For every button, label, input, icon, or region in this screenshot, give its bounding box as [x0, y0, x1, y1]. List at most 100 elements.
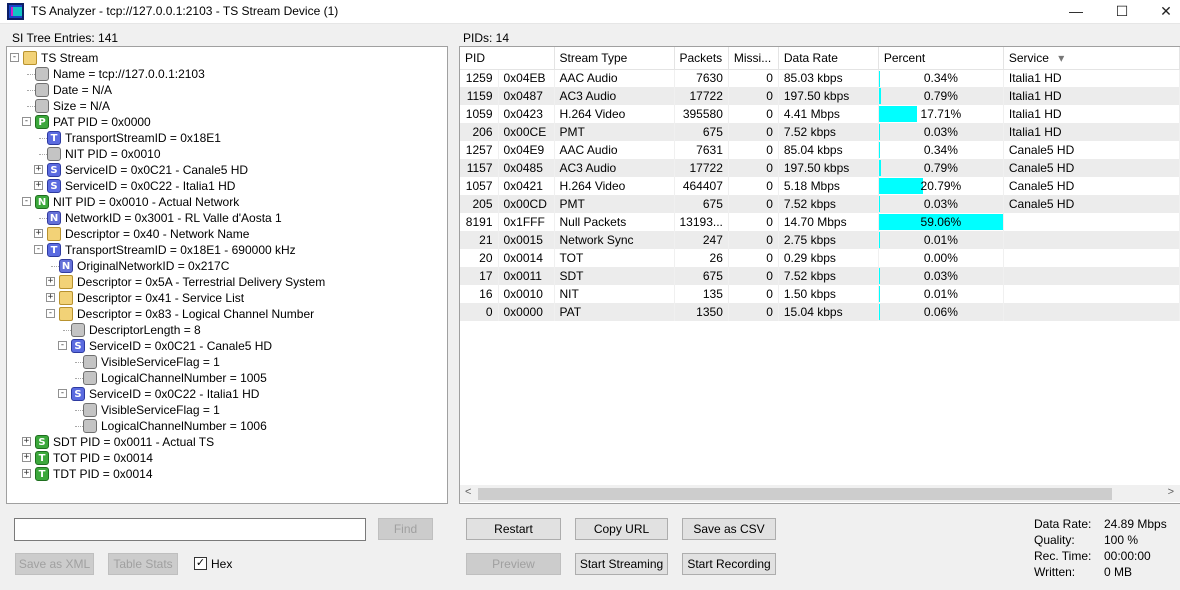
stream-type-cell: H.264 Video	[554, 177, 675, 195]
search-input[interactable]	[14, 518, 366, 541]
folder-icon	[59, 275, 73, 289]
si-tree-view[interactable]: - TS Stream Name = tcp://127.0.0.1:2103 Dat…	[6, 46, 448, 504]
data-rate-cell: 2.75 kbps	[778, 231, 879, 249]
scroll-left-icon[interactable]: <	[465, 486, 471, 498]
table-row[interactable]: 1257 0x04E9 AAC Audio 7631 0 85.04 kbps 0.34% C…	[460, 141, 1180, 159]
col-percent[interactable]: Percent	[878, 47, 1004, 70]
expand-icon[interactable]: +	[34, 181, 43, 190]
stream-type-cell: AC3 Audio	[554, 87, 675, 105]
stream-type-cell: Network Sync	[554, 231, 675, 249]
preview-button[interactable]: Preview	[466, 553, 561, 575]
restart-button[interactable]: Restart	[466, 518, 561, 540]
pid-table-panel[interactable]: PID Stream Type Packets Missi... Data Ra…	[459, 46, 1180, 504]
pid-table[interactable]: PID Stream Type Packets Missi... Data Ra…	[460, 47, 1180, 321]
window-title: TS Analyzer - tcp://127.0.0.1:2103 - TS …	[31, 4, 339, 18]
start-streaming-button[interactable]: Start Streaming	[575, 553, 668, 575]
collapse-icon[interactable]: -	[22, 197, 31, 206]
s-badge-icon: S	[71, 339, 85, 353]
copy-url-button[interactable]: Copy URL	[575, 518, 668, 540]
pid-hex-cell: 0x0421	[498, 177, 555, 195]
collapse-icon[interactable]: -	[34, 245, 43, 254]
collapse-icon[interactable]: -	[22, 117, 31, 126]
table-row[interactable]: 8191 0x1FFF Null Packets 13193... 0 14.70 Mbp…	[460, 213, 1180, 231]
data-rate-cell: 1.50 kbps	[778, 285, 879, 303]
col-data-rate[interactable]: Data Rate	[778, 47, 879, 70]
service-cell: Canale5 HD	[1003, 159, 1180, 177]
expand-icon[interactable]: +	[22, 453, 31, 462]
percent-value: 0.06%	[923, 305, 958, 319]
save-as-xml-button[interactable]: Save as XML	[15, 553, 94, 575]
service-cell	[1003, 303, 1180, 321]
t-badge-icon: T	[35, 451, 49, 465]
table-row[interactable]: 16 0x0010 NIT 135 0 1.50 kbps 0.01%	[460, 285, 1180, 303]
collapse-icon[interactable]: -	[58, 341, 67, 350]
table-stats-button[interactable]: Table Stats	[108, 553, 178, 575]
service-cell	[1003, 249, 1180, 267]
percent-value: 0.79%	[923, 89, 958, 103]
percent-value: 0.01%	[923, 233, 958, 247]
missing-cell: 0	[728, 213, 779, 231]
collapse-icon[interactable]: -	[58, 389, 67, 398]
tree-node-label: NIT PID = 0x0010	[65, 147, 161, 161]
pid-cell: 21	[460, 231, 499, 249]
col-missing[interactable]: Missi...	[728, 47, 779, 70]
missing-cell: 0	[728, 195, 779, 213]
n-badge-icon: N	[47, 211, 61, 225]
pid-cell: 16	[460, 285, 499, 303]
stream-type-cell: PAT	[554, 303, 675, 321]
table-row[interactable]: 0 0x0000 PAT 1350 0 15.04 kbps 0.06%	[460, 303, 1180, 321]
minimize-button[interactable]: —	[1053, 0, 1099, 24]
expand-icon[interactable]: +	[22, 469, 31, 478]
collapse-icon[interactable]: -	[10, 53, 19, 62]
percent-cell: 0.01%	[878, 285, 1004, 303]
table-row[interactable]: 1157 0x0485 AC3 Audio 17722 0 197.50 kbps 0.79…	[460, 159, 1180, 177]
expand-icon[interactable]: +	[46, 277, 55, 286]
data-rate-cell: 197.50 kbps	[778, 87, 879, 105]
col-service[interactable]: Service ▾	[1003, 47, 1180, 70]
percent-cell: 0.06%	[878, 303, 1004, 321]
scrollbar-thumb[interactable]	[478, 488, 1112, 500]
data-rate-cell: 7.52 kbps	[778, 267, 879, 285]
table-row[interactable]: 1059 0x0423 H.264 Video 395580 0 4.41 Mbps 17.…	[460, 105, 1180, 123]
expand-icon[interactable]: +	[34, 229, 43, 238]
service-cell	[1003, 285, 1180, 303]
maximize-button[interactable]: ☐	[1099, 0, 1145, 24]
tree-node-label: Size = N/A	[53, 99, 111, 113]
find-button[interactable]: Find	[378, 518, 433, 540]
expand-icon[interactable]: +	[34, 165, 43, 174]
table-row[interactable]: 205 0x00CD PMT 675 0 7.52 kbps 0.03% Canale5 HD	[460, 195, 1180, 213]
collapse-icon[interactable]: -	[46, 309, 55, 318]
table-row[interactable]: 206 0x00CE PMT 675 0 7.52 kbps 0.03% Italia1 HD	[460, 123, 1180, 141]
stream-type-cell: SDT	[554, 267, 675, 285]
start-recording-button[interactable]: Start Recording	[682, 553, 776, 575]
tree-node-label: NIT PID = 0x0010 - Actual Network	[53, 195, 240, 209]
expand-icon[interactable]: +	[22, 437, 31, 446]
percent-cell: 0.03%	[878, 195, 1004, 213]
pids-header: PIDs: 14	[463, 31, 510, 45]
table-row[interactable]: 20 0x0014 TOT 26 0 0.29 kbps 0.00%	[460, 249, 1180, 267]
table-row[interactable]: 1057 0x0421 H.264 Video 464407 0 5.18 Mbps 20.…	[460, 177, 1180, 195]
stream-type-cell: AAC Audio	[554, 69, 675, 87]
table-row[interactable]: 1159 0x0487 AC3 Audio 17722 0 197.50 kbps 0.79…	[460, 87, 1180, 105]
expand-icon[interactable]: +	[46, 293, 55, 302]
pid-hex-cell: 0x0487	[498, 87, 555, 105]
quality-value: 100 %	[1104, 533, 1139, 547]
col-pid[interactable]: PID	[460, 47, 555, 70]
col-stream-type[interactable]: Stream Type	[554, 47, 675, 70]
scroll-right-icon[interactable]: >	[1168, 486, 1174, 498]
tree-node-label: TransportStreamID = 0x18E1	[65, 131, 221, 145]
table-row[interactable]: 17 0x0011 SDT 675 0 7.52 kbps 0.03%	[460, 267, 1180, 285]
pid-hex-cell: 0x04E9	[498, 141, 555, 159]
save-as-csv-button[interactable]: Save as CSV	[682, 518, 776, 540]
percent-cell: 0.34%	[878, 69, 1004, 87]
close-button[interactable]: ✕	[1143, 0, 1180, 24]
col-packets[interactable]: Packets	[674, 47, 729, 70]
folder-icon	[59, 291, 73, 305]
stream-type-cell: AAC Audio	[554, 141, 675, 159]
table-row[interactable]: 1259 0x04EB AAC Audio 7630 0 85.03 kbps 0.34% I…	[460, 69, 1180, 87]
tree-node-label: VisibleServiceFlag = 1	[101, 403, 220, 417]
hex-checkbox[interactable]: ✓	[194, 557, 207, 570]
tree-node-label: Name = tcp://127.0.0.1:2103	[53, 67, 205, 81]
table-row[interactable]: 21 0x0015 Network Sync 247 0 2.75 kbps 0.01%	[460, 231, 1180, 249]
packets-cell: 26	[674, 249, 729, 267]
